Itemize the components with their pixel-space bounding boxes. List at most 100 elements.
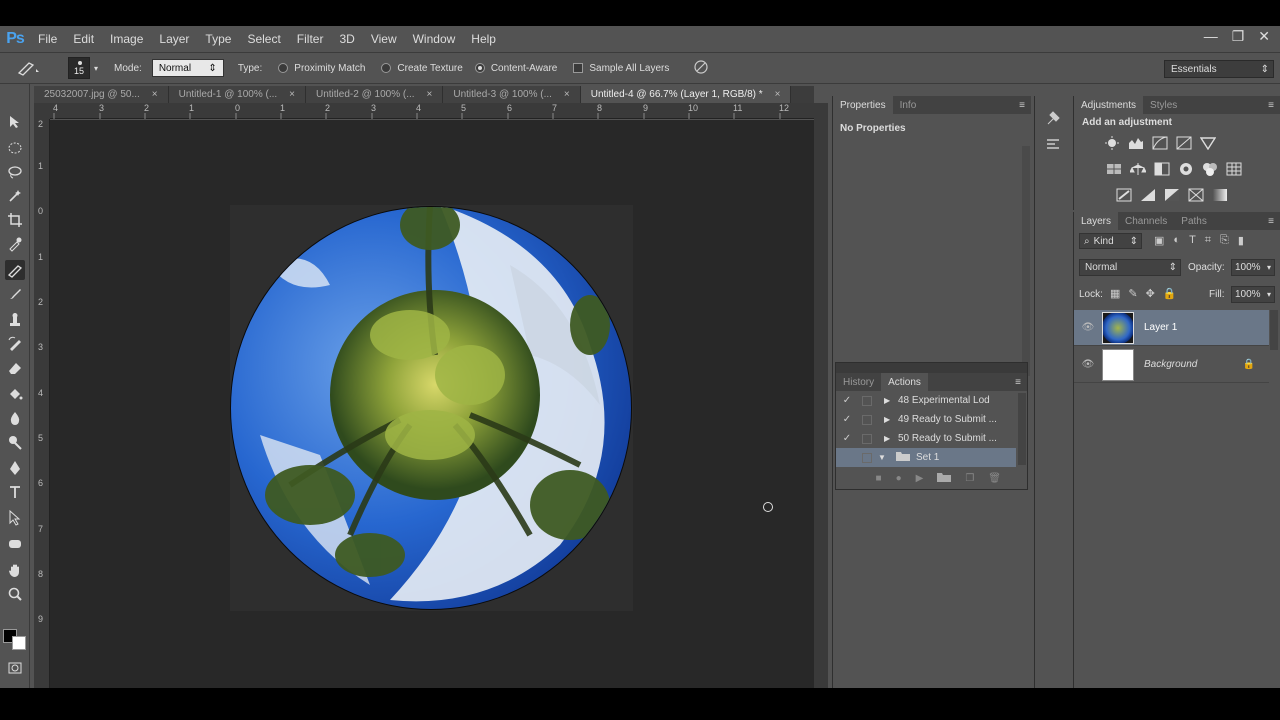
play-icon[interactable]: ▶ [916,473,924,484]
dodge-tool-icon[interactable] [5,432,25,452]
smart-object-filter-icon[interactable]: ⎘ [1220,234,1229,247]
lock-all-icon[interactable]: 🔒 [1163,287,1177,300]
expand-triangle-icon[interactable]: ▶ [884,415,894,424]
menu-select[interactable]: Select [239,32,288,46]
opacity-input[interactable]: 100% ▾ [1231,259,1275,276]
properties-scrollbar[interactable] [1022,146,1030,376]
dialog-toggle[interactable] [862,395,872,406]
layer-row-layer-1[interactable]: 👁 Layer 1 [1074,310,1269,346]
paint-bucket-icon[interactable] [5,384,25,404]
tool-preset-picker[interactable] [8,56,48,80]
dialog-toggle[interactable] [862,414,872,425]
panel-menu-icon[interactable]: ≡ [1268,100,1274,111]
hue-saturation-icon[interactable] [1106,162,1122,179]
brush-size-picker[interactable]: 15 [68,57,90,79]
tab-info[interactable]: Info [893,96,924,114]
visibility-eye-icon[interactable]: 👁 [1074,359,1102,370]
elliptical-marquee-icon[interactable] [5,138,25,158]
new-action-icon[interactable]: ❐ [965,473,974,484]
expand-triangle-icon[interactable]: ▶ [884,396,894,405]
posterize-icon[interactable] [1140,188,1156,205]
tab-doc-2[interactable]: Untitled-1 @ 100% (... × [168,86,306,103]
tab-doc-4[interactable]: Untitled-3 @ 100% (... × [443,86,581,103]
action-row[interactable]: ✓ ▶ 49 Ready to Submit ... [836,410,1016,429]
action-set-row[interactable]: ▼ Set 1 [836,448,1016,467]
crop-tool-icon[interactable] [5,210,25,230]
photo-filter-icon[interactable] [1178,162,1194,179]
tab-doc-1[interactable]: 25032007.jpg @ 50... × [34,86,169,103]
tab-doc-3[interactable]: Untitled-2 @ 100% (... × [306,86,444,103]
zoom-tool-icon[interactable] [5,584,25,604]
lock-transparent-icon[interactable]: ▦ [1110,287,1120,300]
tab-layers[interactable]: Layers [1074,212,1119,230]
tab-close-icon[interactable]: × [775,89,781,100]
horizontal-ruler[interactable]: 4 3 2 1 0 1 2 3 4 5 6 7 8 9 10 11 12 [50,103,814,119]
pixel-filter-icon[interactable]: ▣ [1154,234,1164,247]
check-icon[interactable]: ✓ [836,395,858,406]
sample-all-layers-checkbox[interactable]: Sample All Layers [573,63,669,74]
blur-tool-icon[interactable] [5,408,25,428]
action-row[interactable]: ✓ ▶ 48 Experimental Lod [836,391,1016,410]
panel-menu-icon[interactable]: ≡ [1015,377,1021,388]
stop-icon[interactable]: ■ [876,473,882,484]
path-selection-icon[interactable] [5,508,25,528]
action-row[interactable]: ✓ ▶ 50 Ready to Submit ... [836,429,1016,448]
panel-drag-bar[interactable] [836,363,1027,373]
dialog-toggle[interactable] [862,433,872,444]
dropdown-arrow-icon[interactable]: ▾ [1267,290,1271,299]
levels-icon[interactable] [1128,136,1144,153]
filter-toggle-icon[interactable]: ▮ [1238,234,1244,247]
brush-presets-icon[interactable] [1045,136,1061,155]
brush-tool-icon[interactable] [5,284,25,304]
layers-scrollbar[interactable] [1270,310,1278,350]
channel-mixer-icon[interactable] [1202,162,1218,179]
lasso-tool-icon[interactable] [5,162,25,182]
shape-filter-icon[interactable]: ⌗ [1205,234,1211,247]
dialog-toggle[interactable] [862,452,872,463]
magic-wand-icon[interactable] [5,186,25,206]
rectangle-tool-icon[interactable] [5,534,25,554]
menu-help[interactable]: Help [463,32,504,46]
eyedropper-icon[interactable] [5,234,25,254]
layer-lock-icon[interactable]: 🔒 [1243,359,1255,370]
menu-3d[interactable]: 3D [331,32,362,46]
menu-layer[interactable]: Layer [151,32,197,46]
record-icon[interactable]: ● [896,473,902,484]
vertical-ruler[interactable]: 2 1 0 1 2 3 4 5 6 7 8 9 [34,119,50,688]
close-button[interactable]: ✕ [1258,28,1270,45]
tab-paths[interactable]: Paths [1174,212,1214,230]
workspace-switcher[interactable]: Essentials ⇕ [1164,60,1274,78]
pressure-brush-icon[interactable] [693,59,709,78]
tab-history[interactable]: History [836,373,881,391]
check-icon[interactable]: ✓ [836,414,858,425]
exposure-icon[interactable] [1176,136,1192,153]
clone-stamp-icon[interactable] [5,310,25,330]
lock-image-icon[interactable]: ✎ [1128,287,1137,300]
menu-type[interactable]: Type [197,32,239,46]
color-balance-icon[interactable] [1129,162,1147,179]
new-set-icon[interactable] [937,472,952,485]
ruler-origin[interactable] [34,103,50,119]
quick-mask-icon[interactable] [5,658,25,678]
delete-icon[interactable]: 🗑 [988,473,1001,484]
background-color-swatch[interactable] [12,636,26,650]
tab-close-icon[interactable]: × [152,89,158,100]
tab-doc-5[interactable]: Untitled-4 @ 66.7% (Layer 1, RGB/8) * × [580,86,792,103]
hand-tool-icon[interactable] [5,560,25,580]
threshold-icon[interactable] [1164,188,1180,205]
lock-position-icon[interactable]: ✥ [1146,287,1155,300]
history-brush-icon[interactable] [5,334,25,354]
tab-channels[interactable]: Channels [1118,212,1174,230]
curves-icon[interactable] [1152,136,1168,153]
type-filter-icon[interactable]: T [1189,234,1196,247]
layer-name[interactable]: Layer 1 [1144,322,1177,333]
menu-image[interactable]: Image [102,32,151,46]
tab-actions[interactable]: Actions [881,373,928,391]
vibrance-icon[interactable] [1199,136,1217,153]
panel-menu-icon[interactable]: ≡ [1268,216,1274,227]
content-aware-radio[interactable]: Content-Aware [474,63,557,74]
create-texture-radio[interactable]: Create Texture [381,63,463,74]
restore-button[interactable]: ❐ [1232,28,1245,45]
color-lookup-icon[interactable] [1226,162,1242,179]
mode-select[interactable]: Normal ⇕ [151,59,224,77]
